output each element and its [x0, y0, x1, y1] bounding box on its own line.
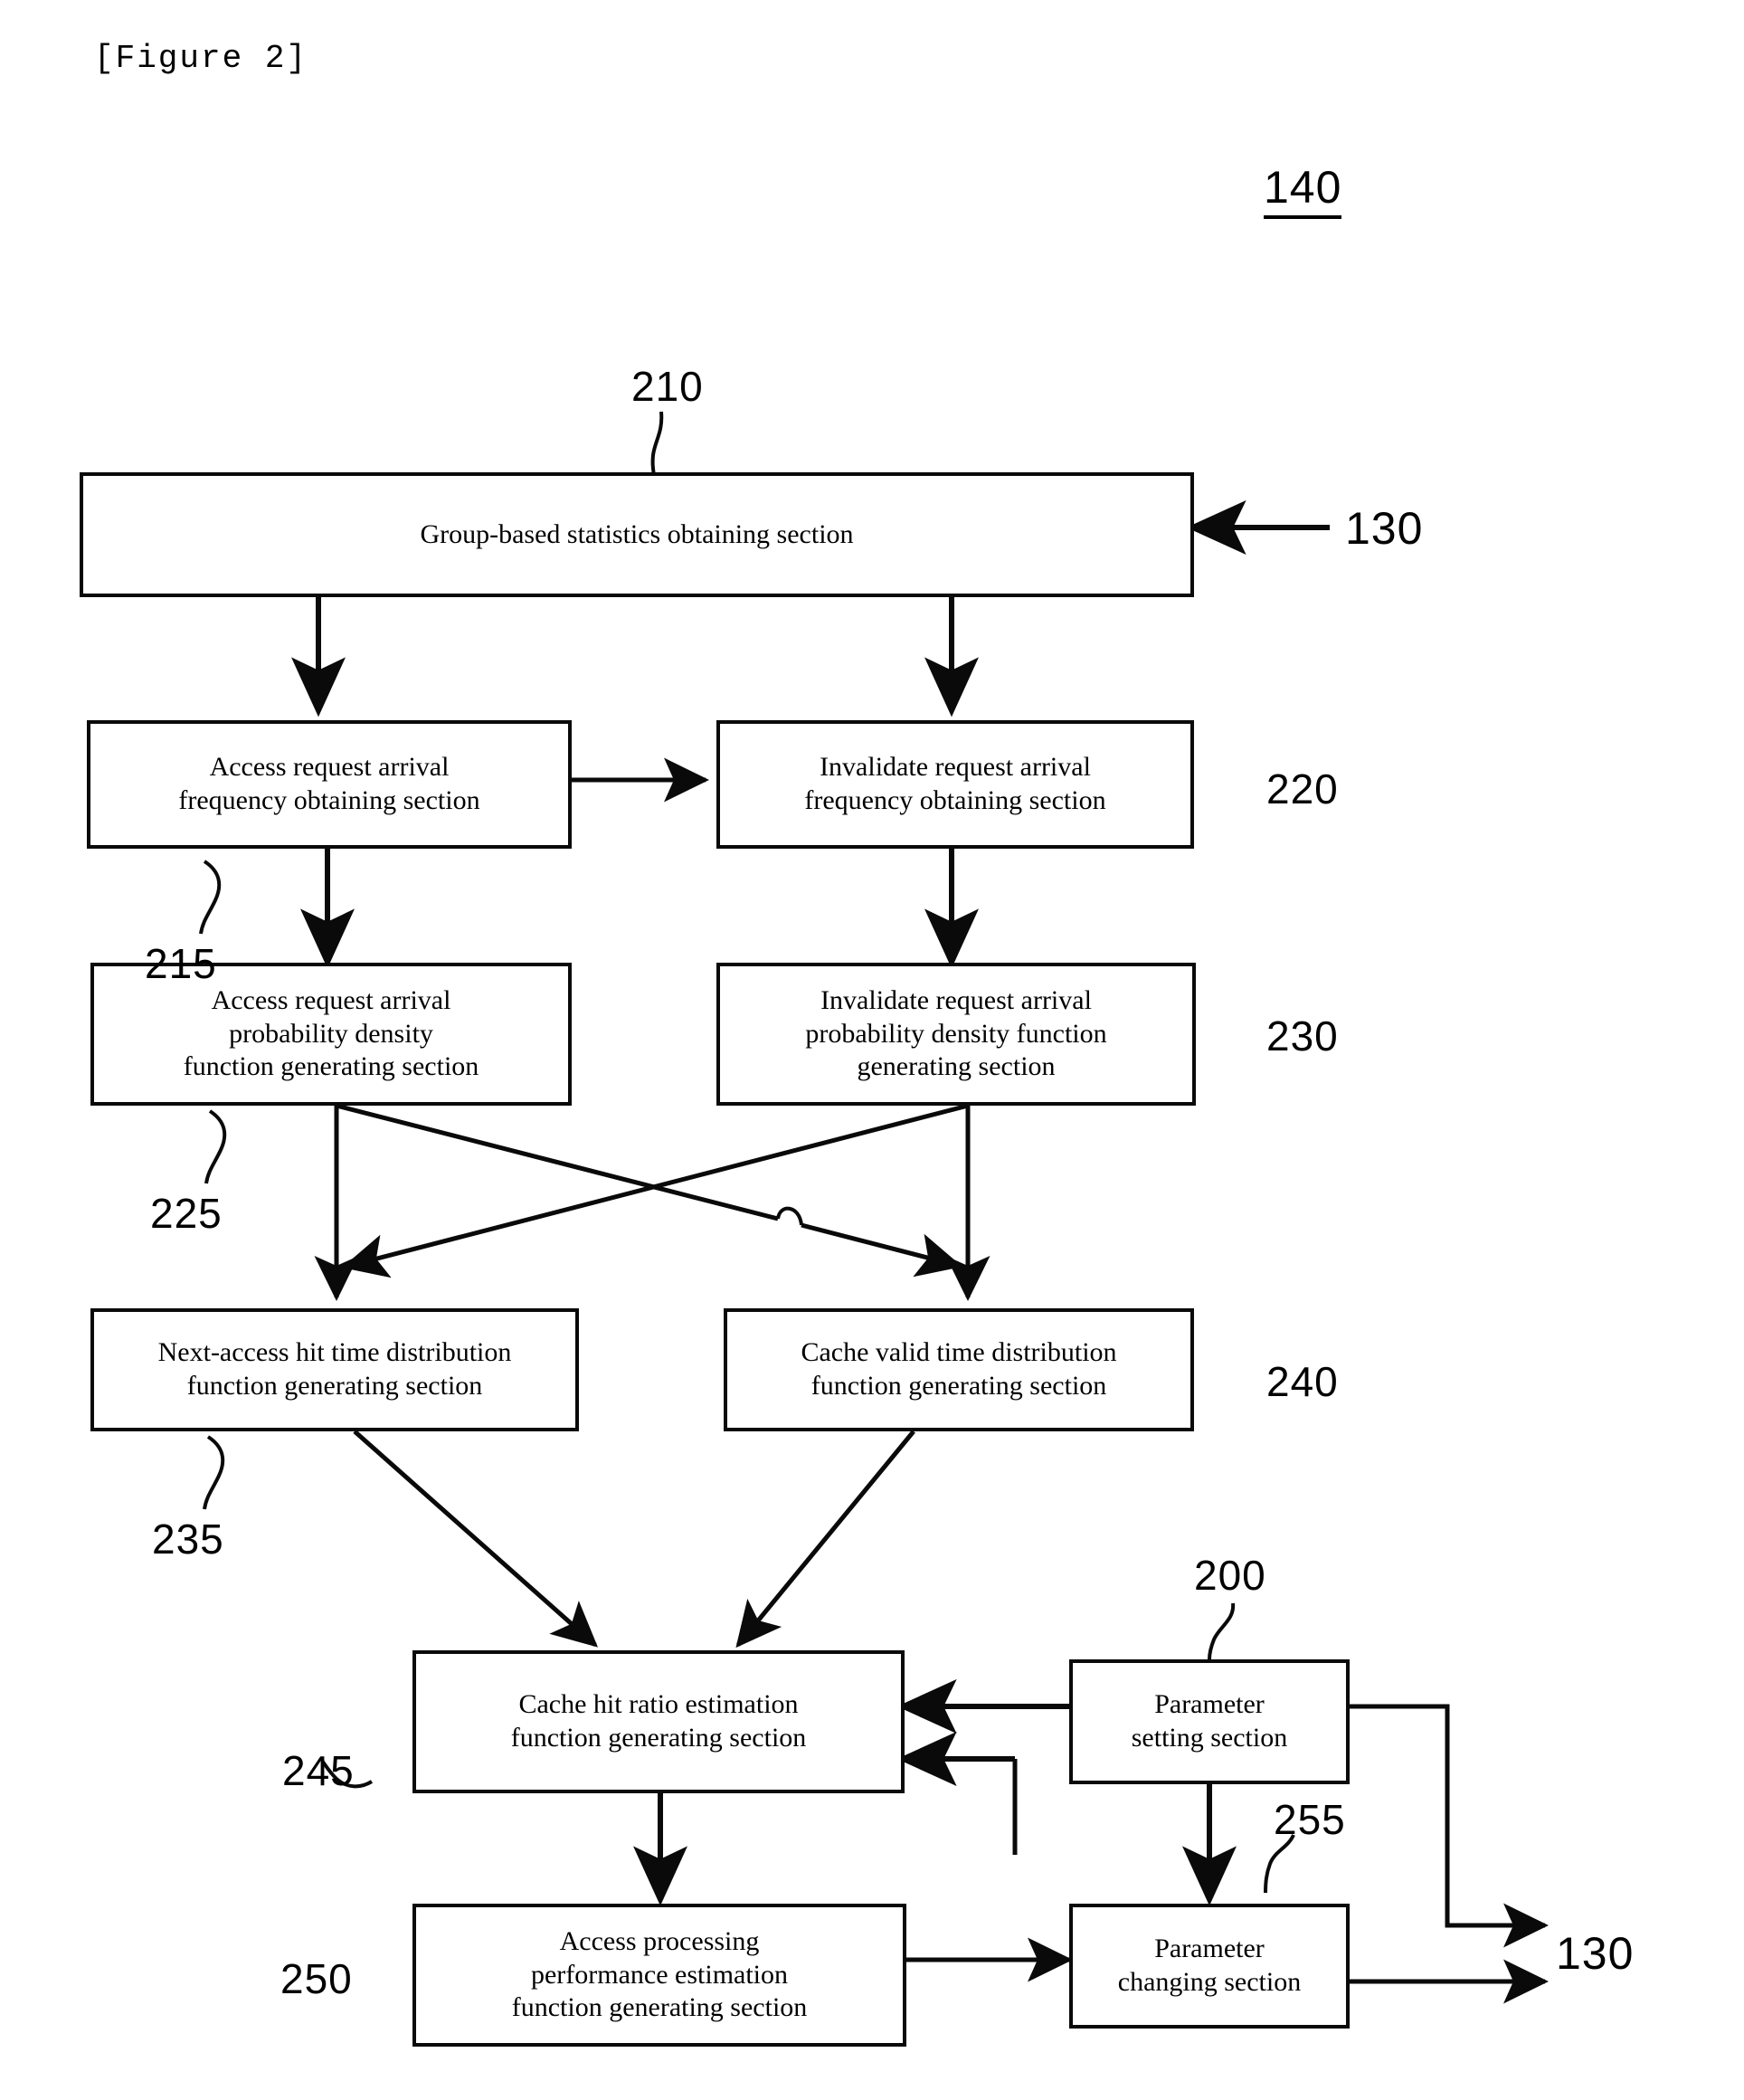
node-label: Access processing performance estimation… [511, 1926, 808, 2023]
node-label: Parameter setting section [1131, 1689, 1288, 1753]
figure-title: [Figure 2] [94, 40, 308, 77]
node-cache-hit-ratio-estimation-function-generating-section[interactable]: Cache hit ratio estimation function gene… [412, 1650, 905, 1793]
ref-215: 215 [145, 940, 217, 987]
ref-210: 210 [631, 363, 704, 410]
node-parameter-changing-section[interactable]: Parameter changing section [1069, 1904, 1350, 2029]
node-parameter-setting-section[interactable]: Parameter setting section [1069, 1659, 1350, 1784]
node-access-request-arrival-frequency-obtaining-section[interactable]: Access request arrival frequency obtaini… [87, 720, 572, 849]
ref-235: 235 [152, 1516, 224, 1563]
ref-130-input: 130 [1345, 503, 1424, 554]
node-next-access-hit-time-distribution-function-generating-section[interactable]: Next-access hit time distribution functi… [90, 1308, 579, 1431]
node-label: Group-based statistics obtaining section [420, 518, 854, 549]
node-label: Parameter changing section [1117, 1934, 1302, 1997]
ref-200: 200 [1194, 1552, 1266, 1599]
node-label: Invalidate request arrival probability d… [805, 985, 1107, 1082]
ref-220: 220 [1266, 765, 1339, 812]
ref-245: 245 [282, 1747, 355, 1794]
ref-255: 255 [1274, 1796, 1346, 1843]
ref-140-system: 140 [1264, 161, 1342, 219]
node-group-based-statistics-obtaining-section[interactable]: Group-based statistics obtaining section [80, 472, 1194, 597]
node-label: Access request arrival probability densi… [183, 985, 479, 1082]
node-label: Access request arrival frequency obtaini… [178, 752, 480, 815]
node-invalidate-request-arrival-frequency-obtaining-section[interactable]: Invalidate request arrival frequency obt… [716, 720, 1194, 849]
node-invalidate-request-arrival-probability-density-function-generating-section[interactable]: Invalidate request arrival probability d… [716, 963, 1196, 1106]
node-label: Cache hit ratio estimation function gene… [510, 1689, 807, 1753]
ref-225: 225 [150, 1190, 223, 1237]
node-access-processing-performance-estimation-function-generating-section[interactable]: Access processing performance estimation… [412, 1904, 906, 2047]
ref-130-output: 130 [1556, 1928, 1635, 1979]
node-label: Cache valid time distribution function g… [801, 1337, 1117, 1401]
ref-230: 230 [1266, 1012, 1339, 1060]
node-label: Next-access hit time distribution functi… [157, 1337, 512, 1401]
node-label: Invalidate request arrival frequency obt… [804, 752, 1106, 815]
ref-250: 250 [280, 1955, 353, 2002]
ref-240: 240 [1266, 1358, 1339, 1405]
node-cache-valid-time-distribution-function-generating-section[interactable]: Cache valid time distribution function g… [724, 1308, 1194, 1431]
figure-page: [Figure 2] 140 Group-based statistics ob… [0, 0, 1744, 2100]
